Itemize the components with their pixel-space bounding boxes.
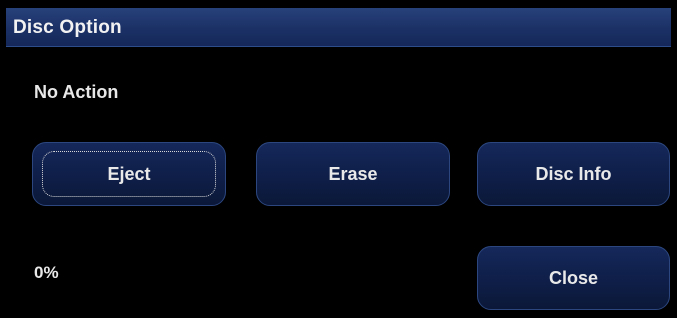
status-text: No Action — [34, 82, 119, 102]
disc-info-button[interactable]: Disc Info — [477, 142, 670, 206]
dialog-title: Disc Option — [13, 17, 122, 38]
progress-text: 0% — [34, 263, 59, 282]
close-button-label: Close — [548, 267, 599, 288]
title-bar: Disc Option — [6, 8, 671, 47]
disc-option-dialog: Disc Option No Action Eject Erase Disc I… — [0, 0, 677, 318]
eject-button[interactable]: Eject — [32, 142, 226, 206]
eject-button-label: Eject — [107, 163, 151, 184]
close-button[interactable]: Close — [477, 246, 670, 310]
erase-button-label: Erase — [328, 163, 378, 184]
disc-info-button-label: Disc Info — [535, 163, 612, 184]
erase-button[interactable]: Erase — [256, 142, 450, 206]
